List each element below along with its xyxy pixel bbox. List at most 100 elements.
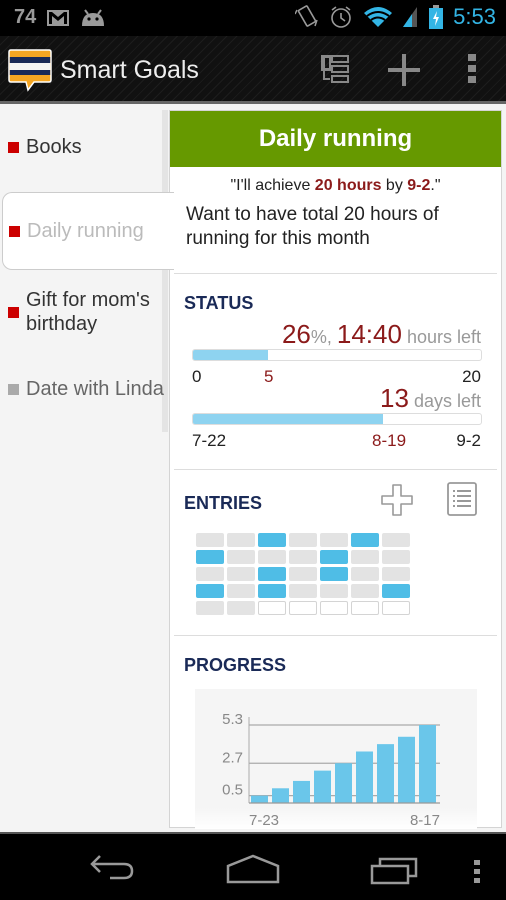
- entry-cell[interactable]: [320, 584, 348, 598]
- goal-color-marker: [8, 142, 19, 153]
- entry-cell[interactable]: [351, 584, 379, 598]
- entry-cell[interactable]: [227, 550, 255, 564]
- entry-cell[interactable]: [351, 567, 379, 581]
- entries-title: ENTRIES: [184, 493, 263, 513]
- wifi-icon: [364, 7, 393, 27]
- entry-cell[interactable]: [289, 584, 317, 598]
- days-left-label: days left: [408, 391, 481, 411]
- signal-icon: [403, 7, 418, 27]
- y-tick-label: 0.5: [222, 782, 243, 799]
- goal-label: Gift for mom's birthday: [26, 289, 150, 335]
- entry-cell[interactable]: [289, 550, 317, 564]
- hours-progress-bar: [192, 349, 482, 361]
- entry-cell[interactable]: [382, 567, 410, 581]
- status-bar: 74 5:53: [0, 0, 506, 36]
- goal-color-marker: [8, 384, 19, 395]
- entry-cell[interactable]: [320, 601, 348, 615]
- y-tick-label: 2.7: [222, 749, 243, 766]
- days-left-value: 13: [380, 383, 409, 413]
- hours-status: 26%, 14:40 hours left: [282, 319, 481, 350]
- entry-cell[interactable]: [382, 601, 410, 615]
- days-progress-bar: [192, 413, 482, 425]
- entry-cell-active[interactable]: [196, 584, 224, 598]
- goal-list-item[interactable]: Date with Linda: [0, 378, 170, 401]
- entry-cell[interactable]: [320, 533, 348, 547]
- entry-cell[interactable]: [289, 567, 317, 581]
- entry-cell-active[interactable]: [196, 550, 224, 564]
- entry-cell-active[interactable]: [258, 533, 286, 547]
- bar: [419, 725, 436, 803]
- recents-icon[interactable]: [370, 856, 420, 886]
- app-logo-icon[interactable]: [8, 48, 52, 94]
- overflow-menu-icon[interactable]: [452, 50, 492, 90]
- hierarchy-icon[interactable]: [320, 50, 360, 90]
- entry-cell[interactable]: [289, 601, 317, 615]
- entry-cell-active[interactable]: [320, 550, 348, 564]
- list-icon[interactable]: [446, 481, 478, 517]
- goal-list-item[interactable]: Books: [0, 136, 175, 159]
- bar: [356, 751, 373, 803]
- entry-cell[interactable]: [351, 601, 379, 615]
- bar: [377, 744, 394, 803]
- quote-amount: 20 hours: [314, 177, 382, 194]
- goal-title: Daily running: [170, 111, 501, 167]
- progress-chart-area: 0.5 2.7 5.3 7-23 8-17: [195, 689, 477, 829]
- entry-cell[interactable]: [196, 601, 224, 615]
- bar: [272, 788, 289, 803]
- entry-cell-active[interactable]: [382, 584, 410, 598]
- quote-text: .": [430, 177, 441, 194]
- entry-cell[interactable]: [351, 550, 379, 564]
- content-area: Books Daily running Gift for mom's birth…: [0, 104, 506, 832]
- quote-text: by: [381, 177, 408, 194]
- clock: 5:53: [453, 4, 496, 29]
- goal-description: Want to have total 20 hours of running f…: [186, 204, 439, 249]
- hours-progress-fill: [193, 350, 268, 360]
- bar: [251, 795, 268, 803]
- add-entry-icon[interactable]: [380, 483, 414, 517]
- entry-cell[interactable]: [258, 550, 286, 564]
- entry-cell-active[interactable]: [258, 567, 286, 581]
- add-icon[interactable]: [384, 50, 424, 90]
- entry-cell[interactable]: [196, 567, 224, 581]
- entry-cell[interactable]: [196, 533, 224, 547]
- entry-cell[interactable]: [289, 533, 317, 547]
- goal-label: Daily running: [27, 219, 144, 242]
- bar: [293, 780, 310, 803]
- days-progress-fill: [193, 414, 384, 424]
- entry-cell[interactable]: [382, 550, 410, 564]
- bar: [398, 736, 415, 803]
- goal-list-item-selected[interactable]: Daily running: [2, 192, 174, 270]
- hours-min: 0: [192, 367, 202, 386]
- progress-chart: 0.5 2.7 5.3 7-23 8-17: [222, 711, 440, 829]
- menu-icon[interactable]: [472, 860, 482, 884]
- x-tick-label: 7-23: [249, 812, 279, 829]
- x-tick-label: 8-17: [410, 812, 440, 829]
- vibrate-icon: [295, 5, 318, 27]
- goal-list-item[interactable]: Gift for mom's birthday: [0, 288, 165, 336]
- gmail-icon: [47, 9, 70, 26]
- entry-cell[interactable]: [227, 601, 255, 615]
- entry-cell[interactable]: [227, 567, 255, 581]
- entry-cell[interactable]: [258, 601, 286, 615]
- home-icon[interactable]: [226, 854, 280, 884]
- entries-calendar-grid: [196, 533, 410, 615]
- entry-cell-active[interactable]: [351, 533, 379, 547]
- entry-cell-active[interactable]: [320, 567, 348, 581]
- status-title: STATUS: [184, 293, 254, 313]
- quote-date: 9-2: [407, 177, 431, 194]
- days-status: 13 days left: [380, 383, 481, 414]
- back-icon[interactable]: [88, 852, 138, 884]
- battery-charging-icon: [429, 5, 444, 29]
- goal-detail-card: Daily running "I'll achieve 20 hours by …: [169, 110, 502, 829]
- progress-title: PROGRESS: [184, 655, 287, 675]
- alarm-icon: [331, 6, 351, 28]
- entry-cell[interactable]: [227, 584, 255, 598]
- entry-cell[interactable]: [382, 533, 410, 547]
- app-title: Smart Goals: [60, 56, 199, 84]
- entry-cell-active[interactable]: [258, 584, 286, 598]
- bar: [335, 763, 352, 803]
- goal-label: Books: [26, 136, 82, 158]
- bar: [314, 770, 331, 803]
- entry-cell[interactable]: [227, 533, 255, 547]
- hours-current: 5: [264, 367, 274, 386]
